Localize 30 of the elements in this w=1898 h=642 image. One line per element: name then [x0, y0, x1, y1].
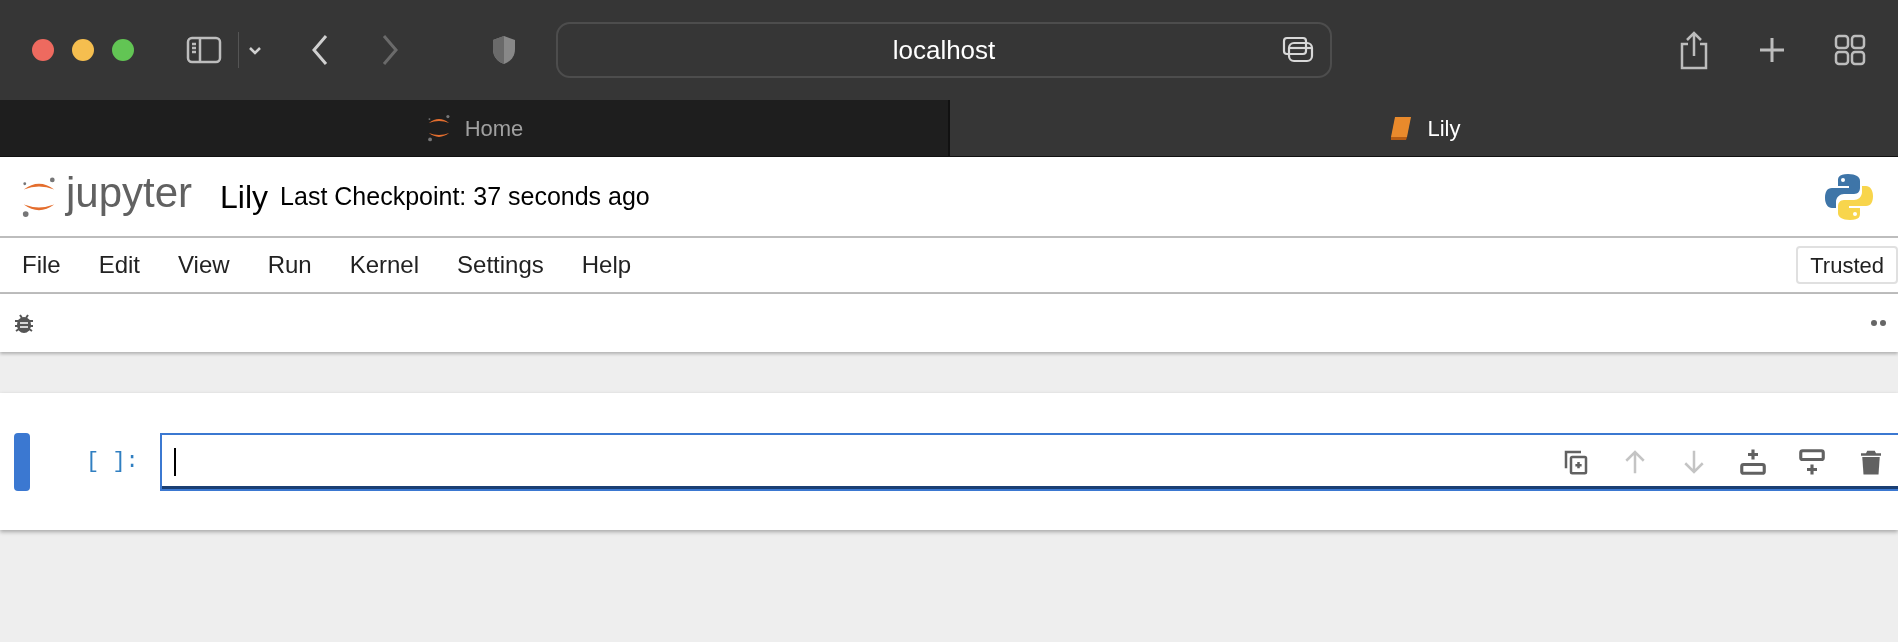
- checkpoint-text: Last Checkpoint: 37 seconds ago: [280, 180, 650, 212]
- plus-icon[interactable]: [1758, 36, 1786, 64]
- trusted-button[interactable]: Trusted: [1796, 246, 1898, 284]
- menu-item[interactable]: Help: [569, 239, 644, 291]
- insert-below-icon[interactable]: [1797, 446, 1827, 477]
- shield-icon[interactable]: [490, 34, 518, 66]
- tab-overview-icon[interactable]: [1834, 34, 1866, 66]
- minimize-window-icon[interactable]: [72, 39, 94, 61]
- menu-item[interactable]: Kernel: [337, 239, 432, 291]
- browser-tab[interactable]: Lily: [948, 100, 1898, 156]
- sidebar-icon[interactable]: [186, 36, 222, 64]
- code-cell-input[interactable]: [160, 432, 1898, 491]
- share-icon[interactable]: [1678, 30, 1710, 70]
- notebook-title[interactable]: Lily: [220, 172, 269, 221]
- jupyter-logo[interactable]: jupyter: [20, 175, 193, 218]
- menu-item[interactable]: Edit: [86, 239, 153, 291]
- menu-item[interactable]: Run: [255, 239, 324, 291]
- windows-icon[interactable]: [1282, 36, 1314, 64]
- more-icon[interactable]: [1870, 319, 1886, 327]
- menu-item[interactable]: Settings: [445, 239, 556, 291]
- cell-prompt: [ ]:: [86, 448, 140, 476]
- zoom-window-icon[interactable]: [112, 39, 134, 61]
- menu-item[interactable]: File: [10, 239, 73, 291]
- menu-item[interactable]: View: [166, 239, 242, 291]
- browser-tab[interactable]: Home: [0, 100, 948, 156]
- close-window-icon[interactable]: [32, 39, 54, 61]
- text-cursor: [174, 447, 176, 476]
- python-logo-icon: [1824, 171, 1874, 222]
- address-bar[interactable]: localhost: [556, 22, 1332, 78]
- jupyter-logo-icon: [20, 175, 58, 218]
